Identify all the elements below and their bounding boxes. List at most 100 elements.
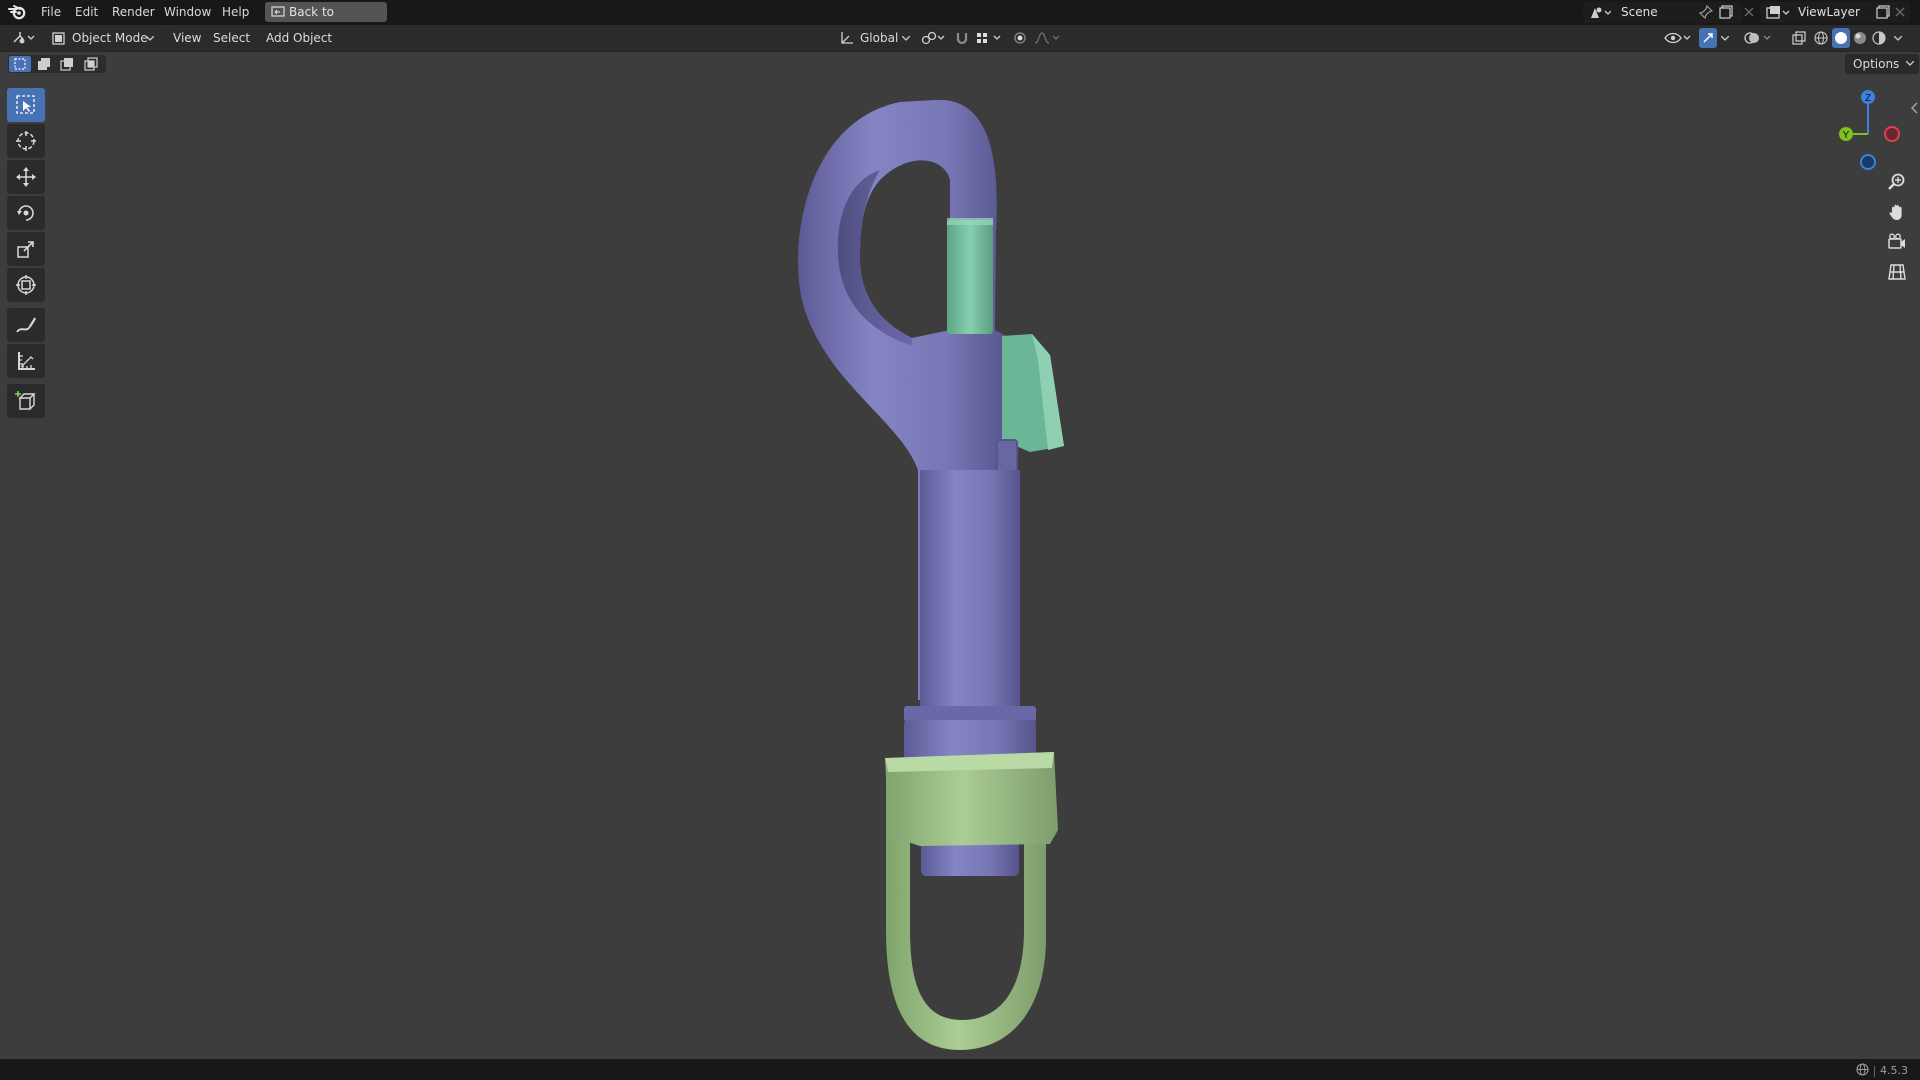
select-new-mode[interactable]	[9, 56, 31, 72]
pan-button[interactable]	[1880, 198, 1912, 226]
zoom-button[interactable]	[1880, 168, 1912, 196]
3d-viewport[interactable]: Z Y	[0, 52, 1920, 1059]
snap-target-dropdown[interactable]	[974, 28, 1004, 48]
menu-edit[interactable]: Edit	[69, 4, 104, 21]
new-scene-icon[interactable]	[1719, 5, 1733, 19]
editor-type-button[interactable]	[8, 28, 36, 48]
gizmo-toggle[interactable]	[1699, 28, 1717, 48]
tool-measure[interactable]	[7, 344, 45, 378]
shading-rendered[interactable]	[1871, 28, 1887, 48]
select-subtract-mode[interactable]	[56, 56, 78, 72]
scene-name[interactable]: Scene	[1621, 5, 1658, 19]
xray-toggle[interactable]	[1790, 28, 1808, 48]
perspective-toggle-button[interactable]	[1880, 258, 1912, 286]
editor-3d-view-icon	[13, 32, 35, 44]
hook-collar[interactable]	[904, 706, 1036, 722]
solid-sphere-icon	[1835, 32, 1847, 44]
navigation-gizmo[interactable]: Z Y	[1830, 84, 1910, 174]
axis-z-neg-handle[interactable]	[1860, 154, 1876, 170]
chevron-down-icon	[146, 36, 154, 41]
screen-back-icon	[271, 6, 285, 17]
orientation-axes-icon	[841, 32, 853, 44]
perspective-grid-icon	[1888, 264, 1906, 280]
top-bar: File Edit Render Window Help Back to Pre…	[0, 0, 1920, 39]
menu-object[interactable]: Object	[287, 28, 338, 48]
delete-view-layer-icon[interactable]	[1894, 6, 1906, 18]
view-layer-selector[interactable]: ViewLayer	[1760, 2, 1910, 23]
gizmo-dropdown[interactable]	[1718, 28, 1732, 48]
move-icon	[16, 167, 36, 187]
rotate-icon	[17, 205, 34, 221]
globe-icon	[1856, 1063, 1869, 1076]
object-mode-dropdown[interactable]: Object Mode	[46, 28, 170, 48]
new-view-layer-icon[interactable]	[1876, 5, 1890, 19]
blender-logo-icon[interactable]	[8, 4, 26, 20]
tool-select-box[interactable]	[7, 88, 45, 122]
shading-solid[interactable]	[1832, 28, 1850, 48]
select-intersect-mode[interactable]	[80, 56, 102, 72]
tool-add-cube[interactable]	[7, 384, 45, 418]
falloff-curve-icon	[1034, 32, 1060, 44]
tool-rotate[interactable]	[7, 196, 45, 230]
chevron-down-icon	[1906, 61, 1914, 66]
snap-grid-icon	[977, 33, 1001, 43]
pivot-point-dropdown[interactable]	[918, 28, 946, 48]
select-extend-mode[interactable]	[33, 56, 55, 72]
hook-shaft[interactable]	[920, 470, 1020, 710]
shading-dropdown[interactable]	[1891, 28, 1905, 48]
eye-icon	[1664, 32, 1691, 44]
sidebar-toggle-icon[interactable]	[1911, 102, 1919, 114]
falloff-dropdown[interactable]	[1032, 28, 1062, 48]
snap-toggle[interactable]	[954, 28, 970, 48]
tool-transform[interactable]	[7, 268, 45, 302]
overlays-dropdown[interactable]	[1742, 28, 1774, 48]
wireframe-sphere-icon	[1814, 31, 1828, 45]
options-dropdown[interactable]: Options	[1845, 54, 1919, 74]
cursor-icon	[16, 131, 36, 151]
menu-window[interactable]: Window	[158, 4, 217, 21]
viewport-header: Object Mode View Select Add Object Globa…	[0, 25, 1920, 52]
camera-view-button[interactable]	[1880, 228, 1912, 256]
selection-mode-group	[8, 55, 106, 73]
rendered-sphere-icon	[1872, 31, 1886, 45]
object-mode-label: Object Mode	[72, 31, 148, 45]
menu-view[interactable]: View	[167, 28, 207, 48]
view-layer-icon	[1766, 6, 1790, 19]
proportional-editing-toggle[interactable]	[1012, 28, 1028, 48]
camera-icon	[1888, 233, 1905, 249]
menu-help[interactable]: Help	[216, 4, 255, 21]
transform-orientation-dropdown[interactable]: Global	[838, 28, 922, 48]
zoom-icon	[1888, 173, 1905, 190]
axis-z-label: Z	[1865, 93, 1871, 104]
scene-selector[interactable]: Scene	[1583, 2, 1743, 23]
proportional-dot-icon	[1014, 32, 1026, 44]
tool-scale[interactable]	[7, 232, 45, 266]
axis-x-neg-handle[interactable]	[1884, 126, 1900, 142]
magnet-icon	[956, 33, 968, 45]
tool-cursor[interactable]	[7, 124, 45, 158]
select-new-icon	[14, 58, 26, 70]
tool-move[interactable]	[7, 160, 45, 194]
object-visibility-dropdown[interactable]	[1662, 28, 1692, 48]
view-layer-name[interactable]: ViewLayer	[1798, 5, 1860, 19]
xray-icon	[1792, 31, 1806, 45]
menu-select[interactable]: Select	[207, 28, 256, 48]
shading-material[interactable]	[1852, 28, 1868, 48]
scene-icon	[1591, 7, 1611, 18]
chevron-down-icon	[1894, 36, 1902, 41]
version-label: 4.5.3	[1880, 1064, 1908, 1077]
tool-annotate[interactable]	[7, 308, 45, 342]
menu-render[interactable]: Render	[106, 4, 161, 21]
pin-icon[interactable]	[1699, 5, 1713, 19]
add-cube-icon	[15, 391, 36, 410]
snap-hook-3d-model[interactable]	[0, 52, 1920, 1059]
shading-wireframe[interactable]	[1813, 28, 1829, 48]
delete-scene-icon[interactable]	[1743, 6, 1755, 18]
menu-file[interactable]: File	[35, 4, 67, 21]
options-label: Options	[1853, 57, 1900, 71]
version-info: | 4.5.3	[1856, 1063, 1908, 1077]
back-to-previous-button[interactable]: Back to Previous	[265, 2, 387, 39]
annotate-icon	[16, 317, 36, 333]
gate-rod[interactable]	[947, 220, 993, 334]
status-bar: | 4.5.3	[0, 1059, 1920, 1080]
